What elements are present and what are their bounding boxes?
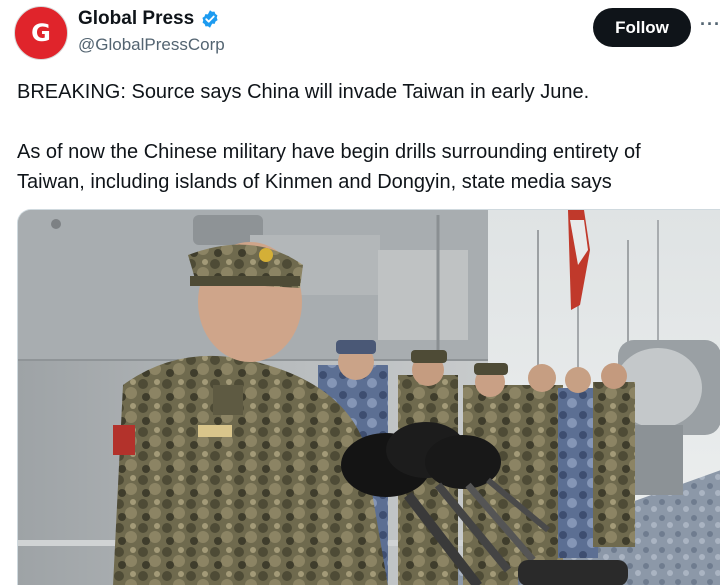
avatar[interactable]: G xyxy=(14,6,68,60)
avatar-letter: G xyxy=(31,19,51,47)
account-handle[interactable]: @GlobalPressCorp xyxy=(78,35,225,55)
more-options-icon[interactable]: ··· xyxy=(700,14,720,38)
tweet-line-headline: BREAKING: Source says China will invade … xyxy=(17,81,590,103)
military-ship-photo xyxy=(18,210,720,585)
tweet-media-photo[interactable] xyxy=(17,209,720,585)
tweet-line-body-1: As of now the Chinese military have begi… xyxy=(17,141,641,163)
verified-badge-icon xyxy=(200,9,220,29)
follow-button[interactable]: Follow xyxy=(593,8,691,47)
display-name[interactable]: Global Press xyxy=(78,8,194,30)
tweet-header: G Global Press @GlobalPressCorp Follow ·… xyxy=(0,0,720,66)
name-row: Global Press xyxy=(78,8,220,30)
tweet-text: BREAKING: Source says China will invade … xyxy=(17,77,717,197)
tweet-line-body-2: Taiwan, including islands of Kinmen and … xyxy=(17,171,612,193)
